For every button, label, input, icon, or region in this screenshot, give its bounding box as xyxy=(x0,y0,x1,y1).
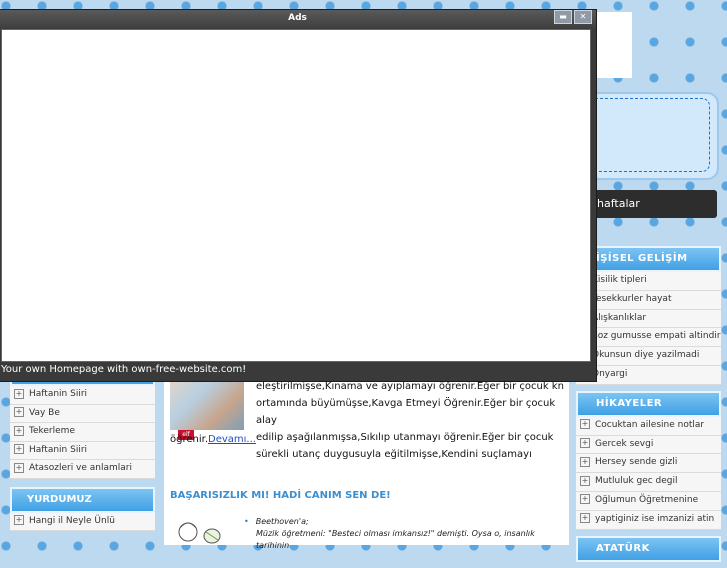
article-last-line: öğrenir.Devamı... xyxy=(170,434,256,445)
sidebar-section-title: YURDUMUZ xyxy=(10,486,155,513)
read-more-link[interactable]: Devamı... xyxy=(208,434,256,445)
ads-content[interactable] xyxy=(1,29,591,362)
sidebar-section-hikayeler: HİKAYELER Cocuktan ailesine notlar Gerce… xyxy=(576,390,721,530)
left-sidebar: ÖĞRENCİLER İÇİN Haftanin Siiri Vay Be Te… xyxy=(10,360,155,539)
ads-footer-link[interactable]: Your own Homepage with own-free-website.… xyxy=(1,364,246,375)
quote-text: Müzik öğretmeni: "Besteci olması imkansı… xyxy=(256,529,535,550)
ads-titlebar[interactable]: Ads ▬ ✕ xyxy=(0,10,596,28)
nav-bar-haftalar[interactable]: haftalar xyxy=(585,190,717,218)
sidebar-link[interactable]: Cocuktan ailesine notlar xyxy=(576,416,721,436)
sidebar-link[interactable]: Soz gumusse empati altindir xyxy=(576,328,721,348)
sidebar-link[interactable]: Okunsun diye yazilmadi xyxy=(576,347,721,366)
close-icon[interactable]: ✕ xyxy=(574,10,592,24)
sidebar-link[interactable]: Kisilik tipleri xyxy=(576,272,721,291)
sidebar-link[interactable]: Önyargi xyxy=(576,365,721,385)
minimize-icon[interactable]: ▬ xyxy=(554,10,572,24)
sidebar-section-kisisel: İŞİSEL GELİŞİM Kisilik tipleri Tesekkurl… xyxy=(576,246,721,385)
ads-popup-window: Ads ▬ ✕ Your own Homepage with own-free-… xyxy=(0,9,597,382)
banner-dashed-frame xyxy=(585,98,710,172)
sidebar-link[interactable]: Tesekkurler hayat xyxy=(576,290,721,310)
sidebar-section-title: ATATÜRK xyxy=(576,535,721,562)
article-line: ortamında büyümüşse,Kavga Etmeyi Öğrenir… xyxy=(256,398,556,426)
quote-author: Beethoven'a; xyxy=(244,516,566,528)
sidebar-section-ataturk: ATATÜRK xyxy=(576,535,721,562)
sidebar-link[interactable]: Mutluluk gec degil xyxy=(576,473,721,492)
sidebar-link[interactable]: Vay Be xyxy=(10,404,155,423)
sidebar-link[interactable]: Hangi il Neyle Ünlü xyxy=(10,512,155,531)
article-body: eleştirilmişse,Kınama ve ayıplamayı öğre… xyxy=(256,378,566,463)
sidebar-link[interactable]: Hersey sende gizli xyxy=(576,454,721,474)
sidebar-link[interactable]: Gercek sevgi xyxy=(576,435,721,455)
sidebar-section-yurdumuz: YURDUMUZ Hangi il Neyle Ünlü xyxy=(10,486,155,531)
sidebar-link[interactable]: Atasozleri ve anlamlari xyxy=(10,460,155,479)
cartoon-illustration xyxy=(178,522,221,544)
article-line-end: öğrenir. xyxy=(170,434,208,445)
sidebar-link[interactable]: Haftanin Siiri xyxy=(10,386,155,405)
sidebar-section-title: İŞİSEL GELİŞİM xyxy=(576,246,721,272)
quote-list: Beethoven'a; Müzik öğretmeni: "Besteci o… xyxy=(244,516,566,552)
article-line: edilip aşağılanmışsa,Sıkılıp utanmayı öğ… xyxy=(256,432,554,443)
sidebar-link[interactable]: Tekerleme xyxy=(10,423,155,442)
ads-title: Ads xyxy=(288,13,307,23)
article-line: sürekli utanç duygusuyla eğitilmişse,Ken… xyxy=(256,449,532,460)
sidebar-link[interactable]: Alışkanlıklar xyxy=(576,309,721,329)
sidebar-link[interactable]: Haftanin Siiri xyxy=(10,441,155,460)
sidebar-section-title: HİKAYELER xyxy=(576,390,721,417)
sidebar-link[interactable]: Oğlumun Öğretmenine xyxy=(576,491,721,511)
main-content: elf eleştirilmişse,Kınama ve ayıplamayı … xyxy=(164,356,569,550)
sidebar-link[interactable]: yaptiginiz ise imzanizi atin xyxy=(576,510,721,530)
section-heading[interactable]: BAŞARISIZLIK MI! HADİ CANIM SEN DE! xyxy=(170,490,391,501)
right-sidebar: İŞİSEL GELİŞİM Kisilik tipleri Tesekkurl… xyxy=(576,246,721,568)
